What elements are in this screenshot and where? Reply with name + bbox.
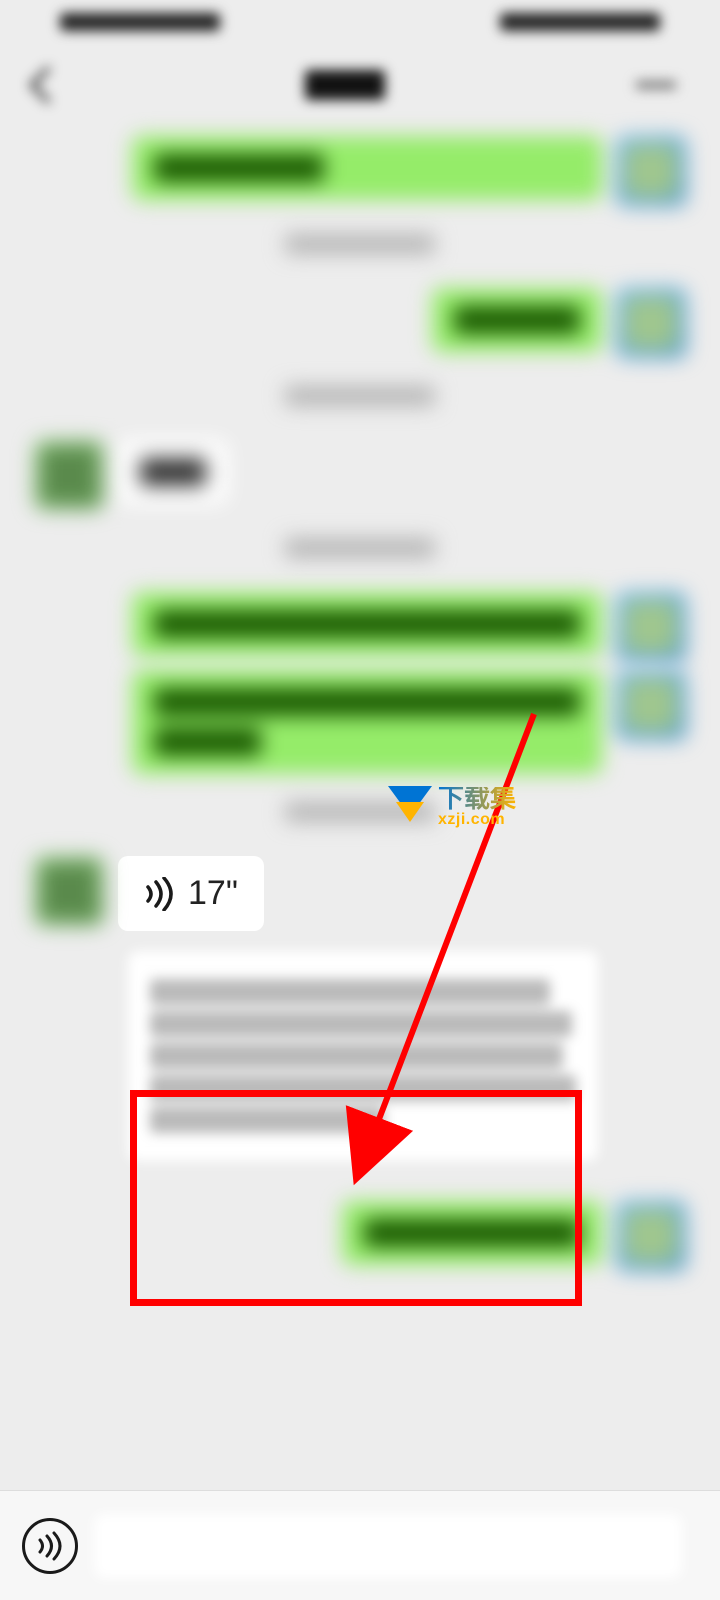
status-bar bbox=[0, 0, 720, 44]
chat-nav-bar bbox=[0, 44, 720, 126]
message-voice-received[interactable]: 17" bbox=[0, 850, 720, 937]
voice-input-button[interactable] bbox=[22, 1518, 78, 1574]
more-button[interactable] bbox=[636, 81, 676, 89]
voice-transcript[interactable] bbox=[128, 951, 598, 1161]
avatar-other[interactable] bbox=[34, 440, 104, 510]
timestamp-separator bbox=[0, 538, 720, 564]
timestamp-separator bbox=[0, 802, 720, 828]
timestamp-separator bbox=[0, 234, 720, 260]
text-input[interactable] bbox=[94, 1514, 682, 1578]
back-button[interactable] bbox=[24, 70, 54, 100]
chat-title bbox=[305, 70, 385, 100]
sound-wave-icon bbox=[35, 1531, 65, 1561]
message-received[interactable] bbox=[0, 434, 720, 516]
status-left bbox=[60, 13, 220, 31]
avatar-self[interactable] bbox=[616, 288, 686, 358]
avatar-self[interactable] bbox=[616, 1201, 686, 1271]
bubble-sent bbox=[342, 1201, 602, 1265]
message-sent[interactable] bbox=[0, 586, 720, 668]
sound-wave-icon bbox=[144, 877, 174, 911]
chat-messages[interactable]: 17" bbox=[0, 126, 720, 1397]
avatar-self[interactable] bbox=[616, 136, 686, 206]
message-sent[interactable] bbox=[0, 668, 720, 780]
avatar-self[interactable] bbox=[616, 670, 686, 740]
timestamp-separator bbox=[0, 386, 720, 412]
message-sent[interactable] bbox=[0, 282, 720, 364]
bubble-sent bbox=[432, 288, 602, 352]
input-bar bbox=[0, 1490, 720, 1600]
bubble-received bbox=[118, 440, 228, 504]
message-sent[interactable] bbox=[0, 130, 720, 212]
avatar-other[interactable] bbox=[34, 856, 104, 926]
bubble-sent bbox=[132, 592, 602, 656]
bubble-sent bbox=[132, 136, 602, 200]
message-sent[interactable] bbox=[0, 1195, 720, 1277]
avatar-self[interactable] bbox=[616, 592, 686, 662]
voice-bubble[interactable]: 17" bbox=[118, 856, 264, 931]
screen-root: 17" bbox=[0, 0, 720, 1600]
voice-duration: 17" bbox=[188, 874, 238, 913]
status-right bbox=[500, 13, 660, 31]
bubble-sent bbox=[132, 670, 602, 774]
chevron-left-icon bbox=[28, 67, 50, 103]
